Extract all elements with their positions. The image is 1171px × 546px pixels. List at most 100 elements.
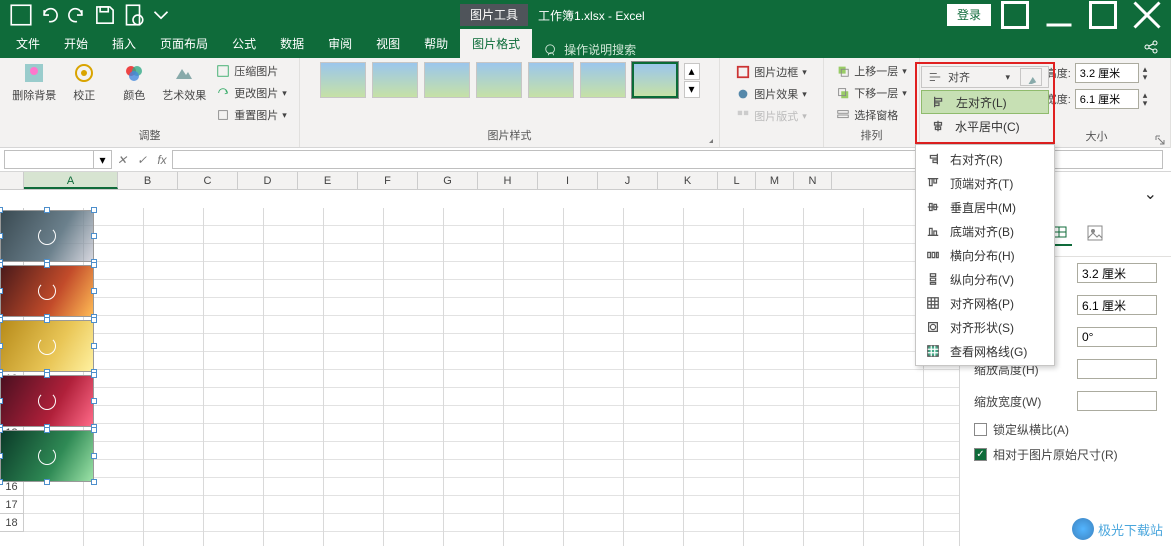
column-header-H[interactable]: H	[478, 172, 538, 189]
inserted-picture-5[interactable]	[0, 430, 94, 482]
distribute-v-item[interactable]: 纵向分布(V)	[916, 267, 1054, 291]
fp-rotation-input[interactable]	[1077, 327, 1157, 347]
spinner-icon[interactable]: ▴▾	[1143, 91, 1148, 107]
ribbon-display-options[interactable]	[995, 0, 1035, 30]
tab-home[interactable]: 开始	[52, 29, 100, 58]
rotate-handle-icon[interactable]	[38, 337, 56, 355]
rotate-handle-icon[interactable]	[38, 392, 56, 410]
tab-data[interactable]: 数据	[268, 29, 316, 58]
lock-aspect-checkbox[interactable]	[974, 423, 987, 436]
selection-pane-button[interactable]: 选择窗格	[836, 105, 907, 125]
picture-effects-button[interactable]: 图片效果▾	[736, 84, 807, 104]
style-thumb-4[interactable]	[476, 62, 522, 98]
gallery-more[interactable]: ▾	[684, 81, 700, 98]
fp-scale-w-input[interactable]	[1077, 391, 1157, 411]
size-dialog-launcher[interactable]	[1154, 134, 1166, 146]
column-header-N[interactable]: N	[794, 172, 832, 189]
artistic-effects-button[interactable]: 艺术效果	[162, 61, 206, 103]
rotate-handle-icon[interactable]	[38, 282, 56, 300]
rotate-icon[interactable]	[1020, 68, 1042, 86]
tab-formulas[interactable]: 公式	[220, 29, 268, 58]
send-backward-button[interactable]: 下移一层▾	[836, 83, 907, 103]
change-picture-button[interactable]: 更改图片▾	[216, 83, 287, 103]
column-header-A[interactable]: A	[24, 172, 118, 189]
column-header-M[interactable]: M	[756, 172, 794, 189]
align-left-item[interactable]: 左对齐(L)	[921, 90, 1049, 114]
fp-width-input[interactable]	[1077, 295, 1157, 315]
view-gridlines-item[interactable]: 查看网格线(G)	[916, 339, 1054, 363]
align-middle-v-item[interactable]: 垂直居中(M)	[916, 195, 1054, 219]
column-header-L[interactable]: L	[718, 172, 756, 189]
shape-width-input[interactable]	[1075, 89, 1139, 109]
style-thumb-6[interactable]	[580, 62, 626, 98]
align-dropdown-button[interactable]: 对齐 ▾	[921, 66, 1049, 88]
column-header-J[interactable]: J	[598, 172, 658, 189]
styles-dialog-launcher[interactable]	[703, 133, 715, 145]
style-thumb-7[interactable]	[632, 62, 678, 98]
tab-view[interactable]: 视图	[364, 29, 412, 58]
style-thumb-2[interactable]	[372, 62, 418, 98]
align-bottom-item[interactable]: 底端对齐(B)	[916, 219, 1054, 243]
remove-background-button[interactable]: 删除背景	[12, 61, 56, 103]
spinner-icon[interactable]: ▴▾	[1143, 65, 1148, 81]
redo-button[interactable]	[64, 4, 90, 26]
tell-me-search[interactable]: 操作说明搜索	[544, 41, 636, 58]
select-all-triangle[interactable]	[0, 172, 24, 190]
snap-to-shape-item[interactable]: 对齐形状(S)	[916, 315, 1054, 339]
rotate-handle-icon[interactable]	[38, 447, 56, 465]
column-header-C[interactable]: C	[178, 172, 238, 189]
style-thumb-5[interactable]	[528, 62, 574, 98]
share-icon[interactable]	[1143, 44, 1159, 58]
print-preview-button[interactable]	[120, 4, 146, 26]
name-box-dropdown[interactable]: ▾	[94, 150, 112, 169]
bring-forward-button[interactable]: 上移一层▾	[836, 61, 907, 81]
corrections-button[interactable]: 校正	[62, 61, 106, 103]
tab-page-layout[interactable]: 页面布局	[148, 29, 220, 58]
inserted-picture-3[interactable]	[0, 320, 94, 372]
tab-insert[interactable]: 插入	[100, 29, 148, 58]
undo-button[interactable]	[36, 4, 62, 26]
inserted-picture-4[interactable]	[0, 375, 94, 427]
column-header-G[interactable]: G	[418, 172, 478, 189]
chevron-down-icon[interactable]: ⌄	[1144, 184, 1157, 204]
column-header-I[interactable]: I	[538, 172, 598, 189]
style-thumb-1[interactable]	[320, 62, 366, 98]
fp-height-input[interactable]	[1077, 263, 1157, 283]
column-header-B[interactable]: B	[118, 172, 178, 189]
align-right-item[interactable]: 右对齐(R)	[916, 147, 1054, 171]
picture-styles-gallery[interactable]: ▴ ▾	[320, 62, 700, 98]
tab-picture-format[interactable]: 图片格式	[460, 29, 532, 58]
tab-review[interactable]: 审阅	[316, 29, 364, 58]
cancel-formula-icon[interactable]: ✕	[112, 153, 132, 167]
tab-help[interactable]: 帮助	[412, 29, 460, 58]
column-header-K[interactable]: K	[658, 172, 718, 189]
relative-orig-checkbox[interactable]	[974, 448, 987, 461]
picture-tab-icon[interactable]	[1082, 220, 1108, 246]
save-button[interactable]	[92, 4, 118, 26]
minimize-button[interactable]	[1039, 0, 1079, 30]
tab-file[interactable]: 文件	[4, 29, 52, 58]
rotate-handle-icon[interactable]	[38, 227, 56, 245]
close-button[interactable]	[1127, 0, 1167, 30]
row-header-17[interactable]: 17	[0, 496, 23, 514]
distribute-h-item[interactable]: 横向分布(H)	[916, 243, 1054, 267]
compress-pictures-button[interactable]: 压缩图片	[216, 61, 287, 81]
column-header-E[interactable]: E	[298, 172, 358, 189]
shape-height-input[interactable]	[1075, 63, 1139, 83]
fp-scale-h-input[interactable]	[1077, 359, 1157, 379]
style-thumb-3[interactable]	[424, 62, 470, 98]
maximize-button[interactable]	[1083, 0, 1123, 30]
inserted-picture-2[interactable]	[0, 265, 94, 317]
reset-picture-button[interactable]: 重置图片▾	[216, 105, 287, 125]
picture-border-button[interactable]: 图片边框▾	[736, 62, 807, 82]
align-top-item[interactable]: 顶端对齐(T)	[916, 171, 1054, 195]
qat-customize[interactable]	[148, 4, 174, 26]
fx-icon[interactable]: fx	[152, 153, 172, 167]
column-header-D[interactable]: D	[238, 172, 298, 189]
enter-formula-icon[interactable]: ✓	[132, 153, 152, 167]
align-center-h-item[interactable]: 水平居中(C)	[921, 114, 1049, 138]
column-header-F[interactable]: F	[358, 172, 418, 189]
snap-to-grid-item[interactable]: 对齐网格(P)	[916, 291, 1054, 315]
inserted-picture-1[interactable]	[0, 210, 94, 262]
login-button[interactable]: 登录	[947, 4, 991, 26]
